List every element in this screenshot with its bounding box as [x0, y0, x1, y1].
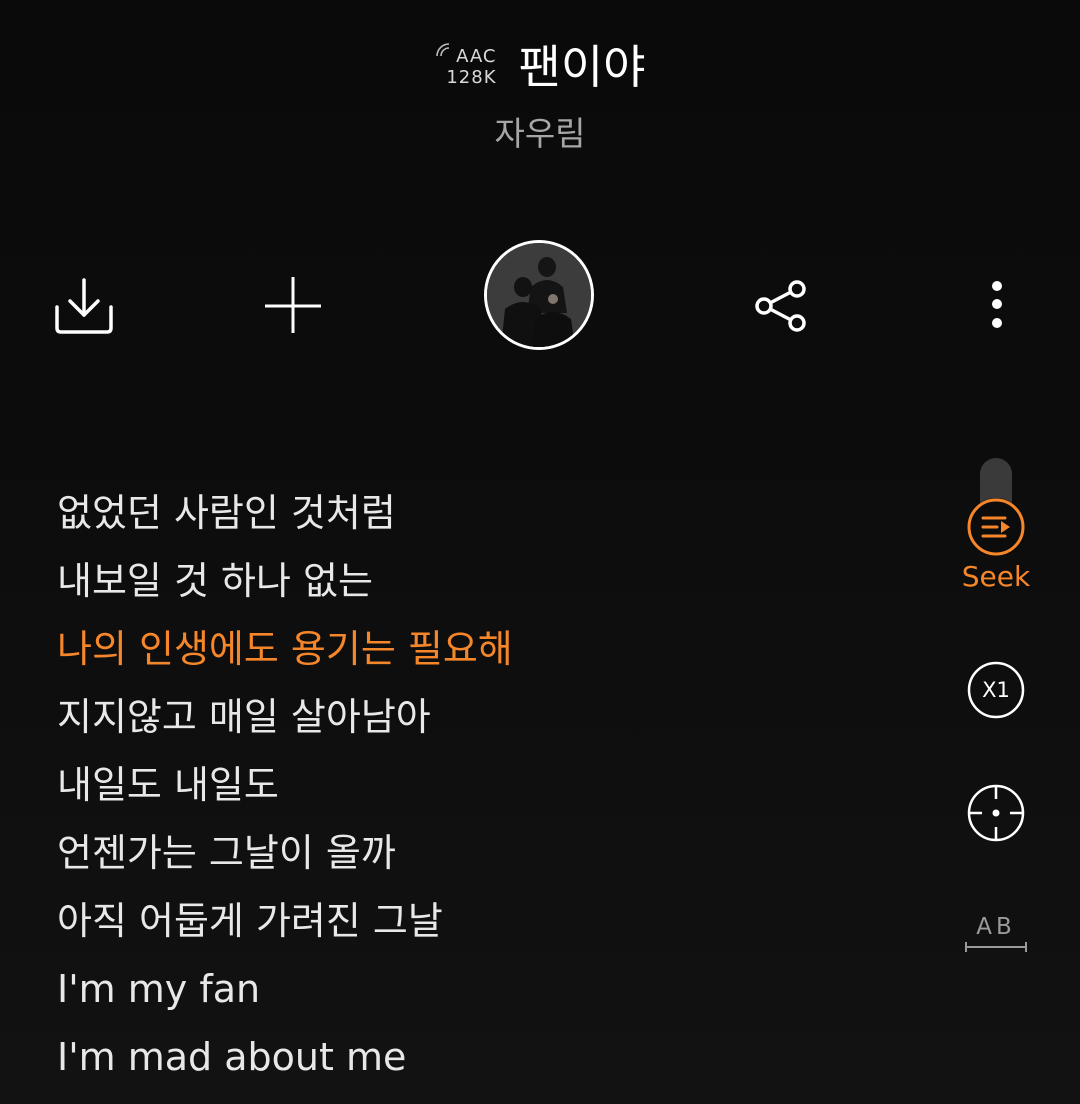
artist-name: 자우림 [494, 114, 586, 153]
playback-speed-button[interactable]: X1 [967, 661, 1025, 719]
codec-badge: AAC 128K [435, 40, 497, 94]
signal-icon [435, 43, 449, 57]
seek-mode-button[interactable] [967, 498, 1025, 556]
plus-icon [265, 277, 321, 333]
share-icon [755, 280, 806, 332]
lyric-line[interactable]: 없었던 사람인 것처럼 [57, 479, 937, 547]
ab-repeat-label: AB [976, 914, 1016, 940]
ab-bracket-icon [965, 942, 1027, 952]
seek-label[interactable]: Seek [946, 558, 1046, 596]
seek-lyrics-icon [967, 498, 1025, 556]
lyric-line[interactable]: 지지않고 매일 살아남아 [57, 683, 937, 751]
lyric-line[interactable]: 내보일 것 하나 없는 [57, 547, 937, 615]
crosshair-icon [967, 784, 1025, 842]
lyric-line[interactable]: I'm my fan [57, 955, 937, 1023]
download-button[interactable] [54, 277, 114, 335]
ab-repeat-button[interactable]: AB [962, 910, 1030, 956]
lyric-line[interactable]: 아직 어둡게 가려진 그날 [57, 887, 937, 955]
lyric-line[interactable]: 내일도 내일도 [57, 751, 937, 819]
lyric-line-current[interactable]: 나의 인생에도 용기는 필요해 [57, 615, 937, 683]
track-header: AAC 128K 팬이야 [0, 36, 1080, 98]
share-button[interactable] [754, 279, 808, 333]
download-icon [55, 278, 113, 334]
lyric-line[interactable]: I'm mad about me [57, 1023, 937, 1091]
album-art-image [487, 243, 591, 347]
codec-bitrate: 128K [446, 67, 497, 88]
lyrics-list: 없었던 사람인 것처럼 내보일 것 하나 없는 나의 인생에도 용기는 필요해 … [57, 479, 937, 1091]
add-to-playlist-button[interactable] [264, 275, 322, 335]
track-title: 팬이야 [518, 40, 646, 94]
more-vertical-icon [992, 281, 1002, 328]
speed-label: X1 [982, 678, 1010, 702]
lyric-line[interactable]: 언젠가는 그날이 올까 [57, 819, 937, 887]
album-art[interactable] [484, 240, 594, 350]
codec-format: AAC [456, 46, 497, 67]
more-options-button[interactable] [985, 280, 1009, 330]
locate-current-lyric-button[interactable] [967, 784, 1025, 842]
